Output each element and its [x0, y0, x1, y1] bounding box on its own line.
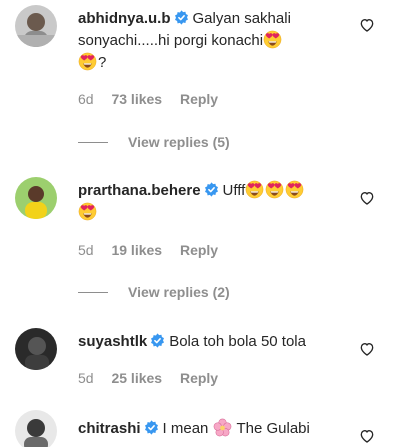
cherry-blossom-emoji-icon	[213, 418, 232, 437]
heart-eyes-emoji-icon	[263, 30, 282, 49]
heart-eyes-emoji-icon	[245, 180, 264, 199]
comment-likes[interactable]: 25 likes	[111, 370, 162, 386]
comment-likes[interactable]: 19 likes	[111, 242, 162, 258]
reply-button[interactable]: Reply	[180, 370, 218, 386]
comment-text: Galyan sakhali	[192, 10, 291, 27]
verified-badge-icon	[174, 10, 189, 25]
like-heart-icon[interactable]	[359, 17, 375, 33]
comment-text: Ufff	[222, 182, 246, 199]
comment-meta: 5d 25 likes Reply	[78, 370, 232, 386]
comment-username[interactable]: prarthana.behere	[78, 182, 201, 199]
like-heart-icon[interactable]	[359, 341, 375, 357]
comment-body: chitrashi I mean The Gulabi	[78, 418, 359, 440]
comment-text: Bola toh bola 50 tola	[169, 333, 306, 350]
comment-likes[interactable]: 73 likes	[111, 91, 162, 107]
verified-badge-icon	[144, 420, 159, 435]
comment-text: ?	[98, 54, 107, 71]
like-heart-icon[interactable]	[359, 190, 375, 206]
comment-username[interactable]: abhidnya.u.b	[78, 10, 171, 27]
comment-age: 5d	[78, 242, 94, 258]
comment-text: I mean	[162, 420, 209, 437]
heart-eyes-emoji-icon	[285, 180, 304, 199]
reply-button[interactable]: Reply	[180, 91, 218, 107]
comment-age: 5d	[78, 370, 94, 386]
comment-meta: 5d 19 likes Reply	[78, 242, 232, 258]
view-replies-label: View replies (2)	[128, 284, 230, 300]
verified-badge-icon	[150, 333, 165, 348]
avatar[interactable]	[15, 328, 57, 370]
heart-eyes-emoji-icon	[78, 202, 97, 221]
comment-text: The Gulabi	[236, 420, 310, 437]
like-heart-icon[interactable]	[359, 428, 375, 444]
heart-eyes-emoji-icon	[265, 180, 284, 199]
comment-text: sonyachi.....hi porgi konachi	[78, 32, 264, 49]
view-replies-label: View replies (5)	[128, 134, 230, 150]
comment-body: prarthana.behere Ufff	[78, 180, 359, 224]
divider-line	[78, 291, 108, 293]
comment-age: 6d	[78, 91, 94, 107]
verified-badge-icon	[204, 182, 219, 197]
comment-meta: 6d 73 likes Reply	[78, 91, 232, 107]
comment-username[interactable]: chitrashi	[78, 420, 141, 437]
avatar[interactable]	[15, 410, 57, 447]
avatar[interactable]	[15, 5, 57, 47]
view-replies-button[interactable]: View replies (2)	[78, 284, 230, 300]
avatar[interactable]	[15, 177, 57, 219]
reply-button[interactable]: Reply	[180, 242, 218, 258]
comment-username[interactable]: suyashtlk	[78, 333, 147, 350]
comment-body: abhidnya.u.b Galyan sakhali sonyachi.....…	[78, 8, 359, 74]
divider-line	[78, 141, 108, 143]
heart-eyes-emoji-icon	[78, 52, 97, 71]
view-replies-button[interactable]: View replies (5)	[78, 134, 230, 150]
comment-body: suyashtlk Bola toh bola 50 tola	[78, 331, 359, 353]
